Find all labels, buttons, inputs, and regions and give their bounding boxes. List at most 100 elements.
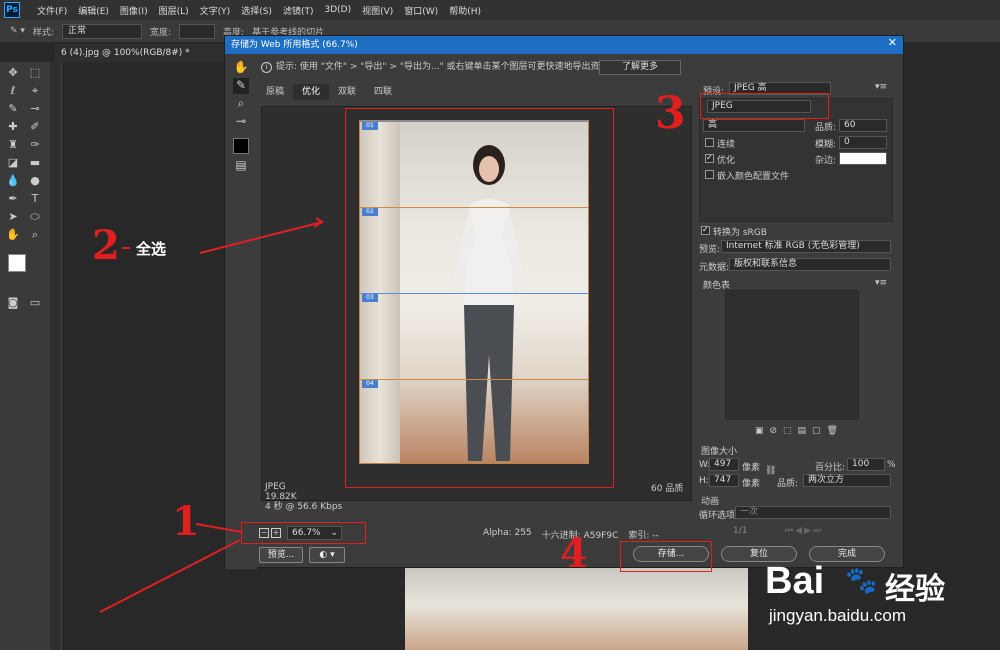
- healing-icon[interactable]: ✚: [6, 120, 20, 134]
- learn-more-button[interactable]: 了解更多: [599, 60, 681, 75]
- resample-select[interactable]: 两次立方: [803, 474, 891, 487]
- eyedropper-icon[interactable]: ⊸: [233, 114, 249, 130]
- quick-select-icon[interactable]: ⌖: [28, 84, 42, 98]
- close-icon[interactable]: ✕: [888, 36, 897, 49]
- menu-select[interactable]: 选择(S): [241, 4, 272, 17]
- browser-select[interactable]: ◐ ▾: [309, 547, 345, 563]
- matte-color-select[interactable]: [839, 152, 887, 165]
- loop-select[interactable]: 一次: [735, 506, 891, 519]
- height-field[interactable]: 747: [709, 474, 739, 487]
- menu-help[interactable]: 帮助(H): [449, 4, 481, 17]
- annotation-zoom-box: [241, 522, 366, 544]
- screen-mode-icon[interactable]: ▭: [28, 296, 42, 310]
- watermark-brand2: 经验: [885, 572, 945, 607]
- color-table-menu-icon[interactable]: ▾≡: [875, 278, 887, 288]
- hand-icon[interactable]: ✋: [6, 228, 20, 242]
- panel-menu-icon[interactable]: ▾≡: [875, 82, 887, 92]
- eyedropper-icon[interactable]: ⊸: [28, 102, 42, 116]
- width-field[interactable]: [179, 23, 216, 39]
- info-icon: i: [261, 61, 272, 73]
- menu-3d[interactable]: 3D(D): [324, 5, 351, 15]
- marquee-tool-icon[interactable]: ⬚: [28, 66, 42, 80]
- menu-type[interactable]: 文字(Y): [200, 4, 231, 17]
- save-for-web-dialog: 存储为 Web 所用格式 (66.7%) ✕ ✋ ✎ ⌕ ⊸ ▤ i 提示: 使…: [224, 35, 904, 572]
- menu-window[interactable]: 窗口(W): [404, 4, 438, 17]
- blur-icon[interactable]: 💧: [6, 174, 20, 188]
- hand-icon[interactable]: ✋: [233, 60, 249, 76]
- tab-optimized[interactable]: 优化: [293, 84, 330, 100]
- shape-icon[interactable]: ⬭: [28, 210, 42, 224]
- embed-profile-checkbox[interactable]: [705, 170, 714, 179]
- dodge-icon[interactable]: ●: [28, 174, 42, 188]
- style-select[interactable]: 正常: [61, 23, 142, 39]
- optimized-checkbox[interactable]: [705, 153, 714, 163]
- quality-info: 60 品质: [651, 484, 684, 494]
- move-tool-icon[interactable]: ✥: [6, 66, 20, 80]
- progressive-checkbox[interactable]: [705, 138, 714, 147]
- quality-level-select[interactable]: 高: [703, 119, 805, 132]
- gradient-icon[interactable]: ▬: [28, 156, 42, 170]
- link-icon[interactable]: ⛓: [765, 466, 776, 476]
- width-field[interactable]: 497: [709, 458, 739, 471]
- percent-label: 百分比:: [815, 463, 846, 473]
- annotation-number-4: 4: [560, 530, 588, 577]
- quick-mask-icon[interactable]: ◙: [6, 296, 20, 310]
- tab-original[interactable]: 原稿: [257, 84, 293, 100]
- embed-profile-label: 嵌入颜色配置文件: [717, 172, 790, 182]
- menu-image[interactable]: 图像(I): [120, 4, 148, 17]
- menu-file[interactable]: 文件(F): [37, 4, 67, 17]
- menu-view[interactable]: 视图(V): [362, 4, 393, 17]
- style-label: 样式:: [32, 27, 54, 38]
- menu-filter[interactable]: 滤镜(T): [283, 4, 314, 17]
- paw-icon: 🐾: [845, 566, 878, 596]
- slice-tool-icon[interactable]: ✎ ▾: [10, 26, 25, 36]
- toggle-slices-icon[interactable]: ▤: [233, 158, 249, 174]
- lasso-tool-icon[interactable]: ℓ: [6, 84, 20, 98]
- preview-color-label: 预览:: [699, 245, 721, 255]
- quality-field[interactable]: 60: [839, 119, 887, 132]
- resample-label: 品质:: [777, 479, 799, 489]
- zoom-icon[interactable]: ⌕: [233, 96, 249, 112]
- blur-field[interactable]: 0: [839, 136, 887, 149]
- percent-field[interactable]: 100: [847, 458, 885, 471]
- frame-counter: 1/1: [733, 526, 748, 536]
- document-tab[interactable]: 6 (4).jpg @ 100%(RGB/8#) *: [55, 44, 225, 62]
- menu-edit[interactable]: 编辑(E): [78, 4, 109, 17]
- menu-layer[interactable]: 图层(L): [159, 4, 189, 17]
- slice-tool-icon[interactable]: ✎: [6, 102, 20, 116]
- file-size: 19.82K: [265, 492, 297, 502]
- preview-button[interactable]: 预览...: [259, 547, 303, 563]
- download-time: 4 秒 @ 56.6 Kbps: [265, 502, 343, 512]
- zoom-icon[interactable]: ⌕: [28, 228, 42, 242]
- metadata-select[interactable]: 版权和联系信息: [729, 258, 891, 271]
- alpha-value: Alpha: 255: [483, 528, 532, 538]
- quality-label: 品质:: [815, 123, 837, 133]
- animation-label: 动画: [701, 497, 720, 507]
- tab-2up[interactable]: 双联: [329, 84, 365, 100]
- width-label: 宽度:: [149, 27, 172, 38]
- convert-srgb-label: 转换为 sRGB: [713, 228, 767, 238]
- eraser-icon[interactable]: ◪: [6, 156, 20, 170]
- metadata-label: 元数据:: [699, 263, 730, 273]
- photoshop-logo: Ps: [4, 2, 20, 18]
- annotation-number-2: 2: [92, 222, 120, 269]
- eyedropper-color-swatch[interactable]: [233, 138, 249, 154]
- foreground-color-swatch[interactable]: [8, 254, 26, 272]
- dialog-title: 存储为 Web 所用格式 (66.7%): [225, 36, 903, 54]
- brush-icon[interactable]: ✐: [28, 120, 42, 134]
- height-label: H:: [699, 476, 709, 486]
- preview-color-select[interactable]: Internet 标准 RGB (无色彩管理): [721, 240, 891, 253]
- convert-srgb-checkbox[interactable]: [701, 225, 710, 235]
- annotation-select-all-box: [345, 108, 614, 488]
- history-brush-icon[interactable]: ✑: [28, 138, 42, 152]
- tab-4up[interactable]: 四联: [365, 84, 401, 100]
- baidu-watermark: Bai 🐾 经验 jingyan.baidu.com: [765, 560, 1000, 650]
- pen-icon[interactable]: ✒: [6, 192, 20, 206]
- slice-select-icon[interactable]: ✎: [233, 78, 249, 94]
- animation-controls[interactable]: ⏮◀▶⏭: [785, 526, 823, 536]
- path-select-icon[interactable]: ➤: [6, 210, 20, 224]
- stamp-icon[interactable]: ♜: [6, 138, 20, 152]
- optimized-label: 优化: [717, 156, 736, 166]
- type-icon[interactable]: T: [28, 192, 42, 206]
- color-table-icons[interactable]: ▣⊘⬚▤▢🗑: [755, 426, 844, 436]
